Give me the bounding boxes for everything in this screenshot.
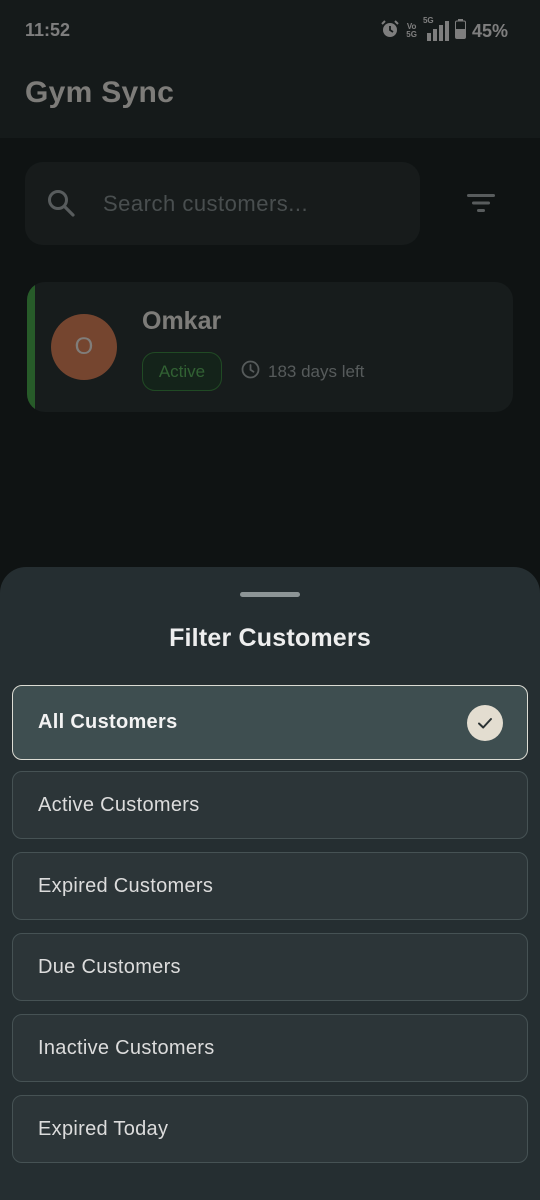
drag-handle[interactable]: [240, 592, 300, 597]
filter-bottom-sheet: Filter Customers All Customers Active Cu…: [0, 567, 540, 1200]
sheet-title: Filter Customers: [169, 624, 371, 652]
filter-option-active-customers[interactable]: Active Customers: [12, 771, 528, 839]
filter-option-label: Expired Today: [38, 1117, 169, 1140]
filter-option-due-customers[interactable]: Due Customers: [12, 933, 528, 1001]
filter-option-label: All Customers: [38, 711, 178, 733]
filter-option-label: Active Customers: [38, 793, 200, 816]
filter-option-all-customers[interactable]: All Customers: [12, 685, 528, 760]
filter-option-inactive-customers[interactable]: Inactive Customers: [12, 1014, 528, 1082]
check-icon: [467, 705, 503, 741]
filter-option-expired-customers[interactable]: Expired Customers: [12, 852, 528, 920]
filter-option-expired-today[interactable]: Expired Today: [12, 1095, 528, 1163]
filter-option-label: Due Customers: [38, 955, 181, 978]
filter-option-label: Inactive Customers: [38, 1036, 215, 1059]
filter-option-label: Expired Customers: [38, 874, 214, 897]
